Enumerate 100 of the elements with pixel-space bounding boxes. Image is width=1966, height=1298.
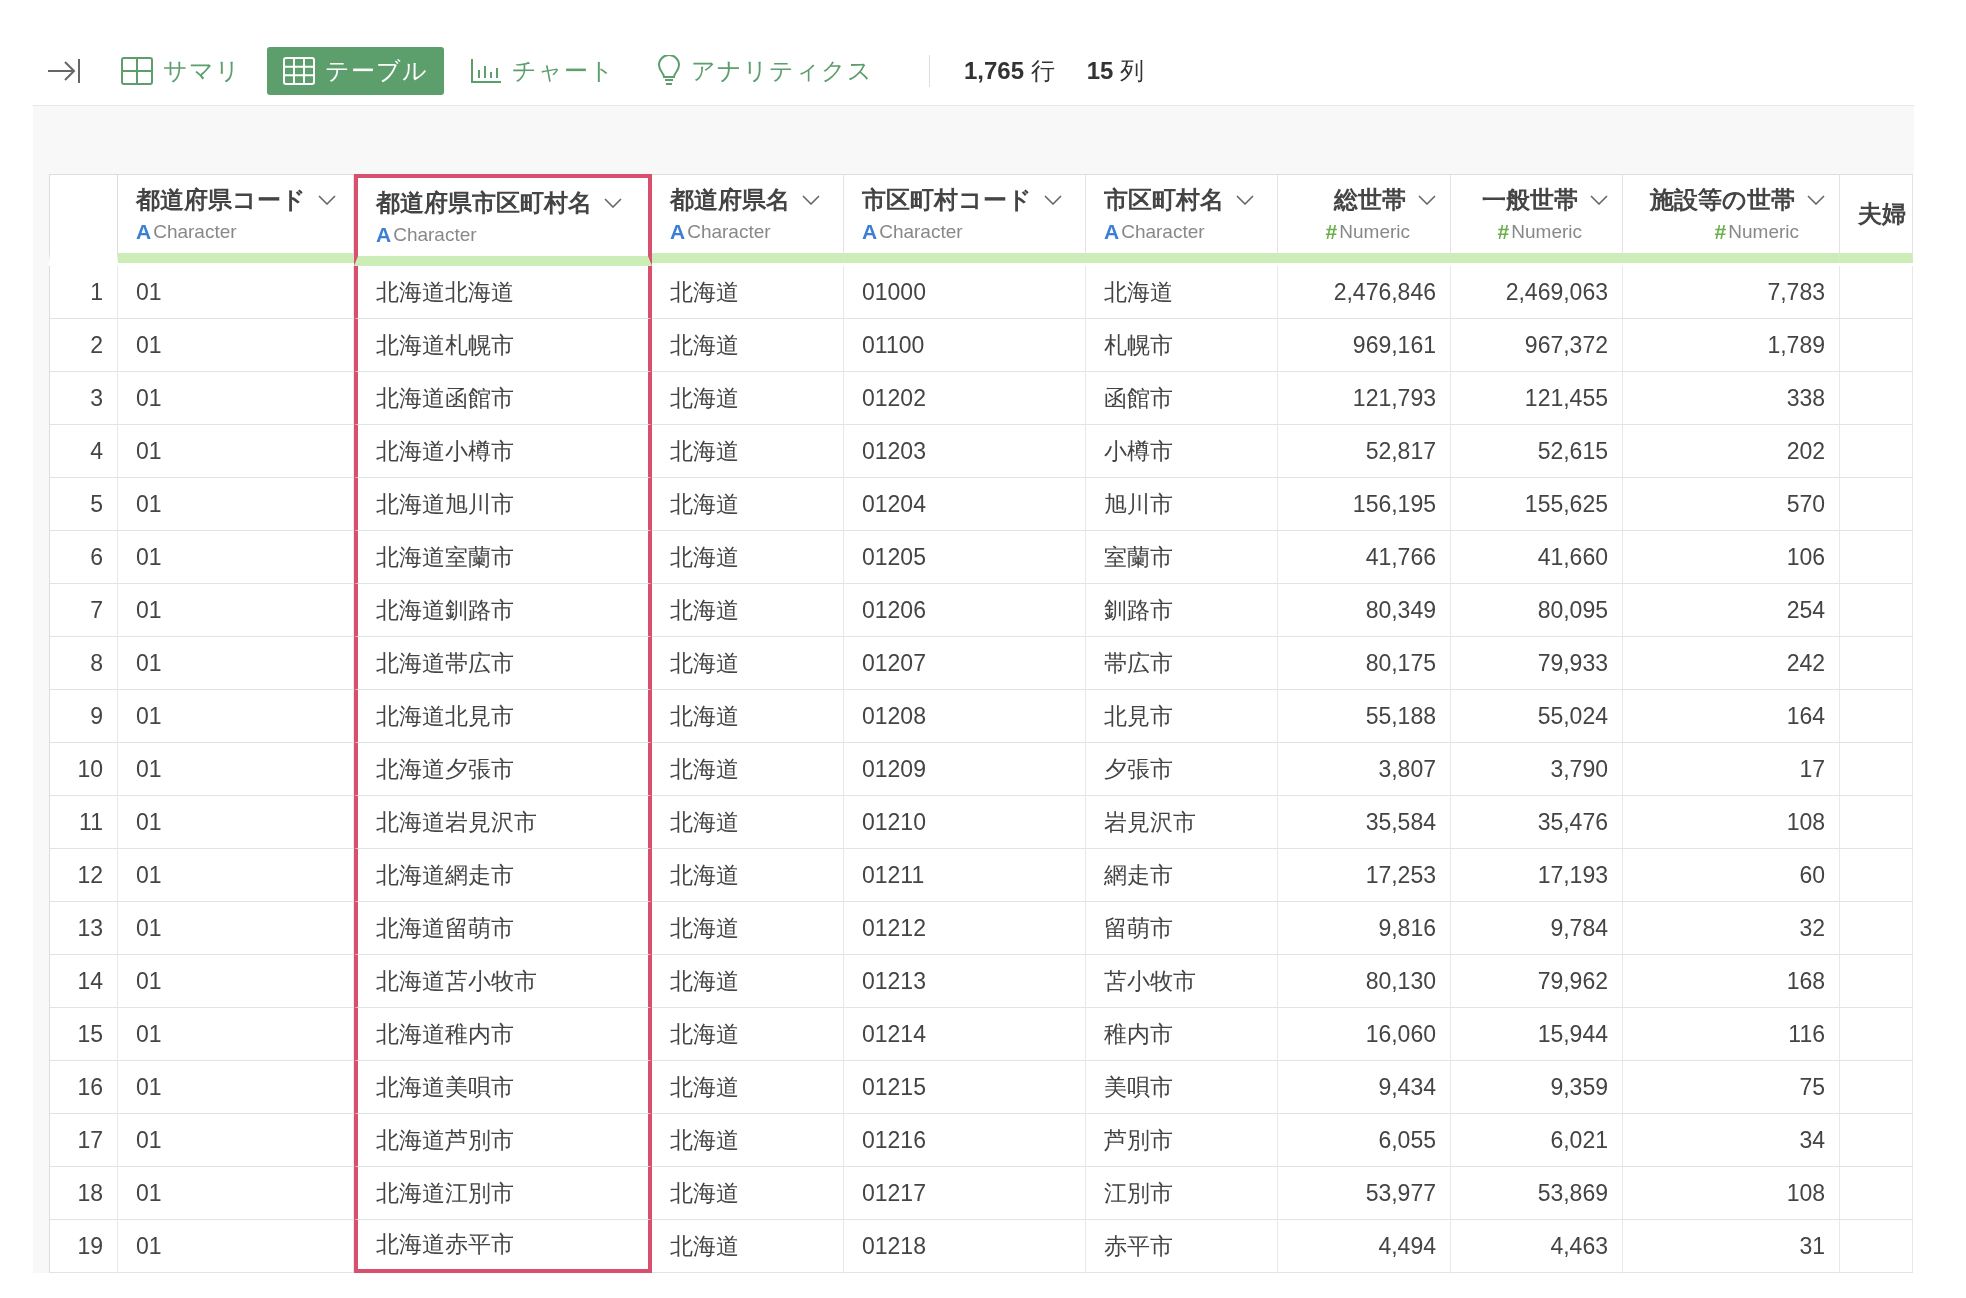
table-cell: 41,766 bbox=[1278, 531, 1451, 584]
row-number: 2 bbox=[49, 319, 118, 372]
table-cell: 3,790 bbox=[1451, 743, 1623, 796]
column-header[interactable]: 市区町村名 ACharacter bbox=[1086, 174, 1278, 263]
collapse-panel-icon[interactable] bbox=[47, 56, 81, 85]
table-cell: 01 bbox=[118, 372, 354, 425]
bar-chart-icon bbox=[470, 57, 502, 84]
table-cell: 北海道 bbox=[652, 266, 844, 319]
table-cell: 01205 bbox=[844, 531, 1086, 584]
type-mark: A bbox=[670, 220, 686, 244]
column-header[interactable]: 一般世帯 #Numeric bbox=[1451, 174, 1623, 263]
row-number: 11 bbox=[49, 796, 118, 849]
type-mark: A bbox=[862, 220, 878, 244]
chevron-down-icon[interactable] bbox=[802, 195, 820, 205]
table-cell: 北海道旭川市 bbox=[354, 478, 652, 531]
type-mark: # bbox=[1497, 220, 1510, 244]
chevron-down-icon[interactable] bbox=[1236, 195, 1254, 205]
table-cell: 01 bbox=[118, 1008, 354, 1061]
row-number: 13 bbox=[49, 902, 118, 955]
table-cell: 2,476,846 bbox=[1278, 266, 1451, 319]
column-header[interactable]: 都道府県コード ACharacter bbox=[118, 174, 354, 263]
chevron-down-icon[interactable] bbox=[1418, 195, 1436, 205]
table-cell: 北海道 bbox=[652, 584, 844, 637]
column-header[interactable]: 夫婦 bbox=[1840, 174, 1913, 263]
column-header[interactable]: 都道府県名 ACharacter bbox=[652, 174, 844, 263]
table-cell: 北海道 bbox=[652, 1114, 844, 1167]
table-cell: 01 bbox=[118, 637, 354, 690]
chevron-down-icon[interactable] bbox=[1807, 195, 1825, 205]
chevron-down-icon[interactable] bbox=[1044, 195, 1062, 205]
table-cell: 80,175 bbox=[1278, 637, 1451, 690]
table-cell: 01 bbox=[118, 584, 354, 637]
table-cell: 4,494 bbox=[1278, 1220, 1451, 1273]
type-mark: A bbox=[136, 220, 152, 244]
row-number: 12 bbox=[49, 849, 118, 902]
row-number: 10 bbox=[49, 743, 118, 796]
table-cell: 9,784 bbox=[1451, 902, 1623, 955]
table-cell: 32 bbox=[1623, 902, 1840, 955]
table-cell: 北海道 bbox=[652, 637, 844, 690]
table-cell: 北海道留萌市 bbox=[354, 902, 652, 955]
table-cell: 苫小牧市 bbox=[1086, 955, 1278, 1008]
row-number: 16 bbox=[49, 1061, 118, 1114]
column-type: Numeric bbox=[1511, 221, 1582, 243]
table-cell: 岩見沢市 bbox=[1086, 796, 1278, 849]
table-cell: 53,869 bbox=[1451, 1167, 1623, 1220]
table-cell: 帯広市 bbox=[1086, 637, 1278, 690]
table-cell: 芦別市 bbox=[1086, 1114, 1278, 1167]
table-cell: 01207 bbox=[844, 637, 1086, 690]
table-cell: 北海道夕張市 bbox=[354, 743, 652, 796]
table-cell: 4,463 bbox=[1451, 1220, 1623, 1273]
table-cell: 北海道室蘭市 bbox=[354, 531, 652, 584]
table-cell: 80,095 bbox=[1451, 584, 1623, 637]
row-count: 1,765 行 bbox=[964, 55, 1055, 86]
column-name: 都道府県名 bbox=[670, 185, 790, 215]
column-header[interactable]: 都道府県市区町村名 ACharacter bbox=[354, 174, 652, 266]
table-cell: 01212 bbox=[844, 902, 1086, 955]
table-cell: 01 bbox=[118, 1220, 354, 1273]
table-cell: 01210 bbox=[844, 796, 1086, 849]
table-cell: 北海道稚内市 bbox=[354, 1008, 652, 1061]
row-number: 19 bbox=[49, 1220, 118, 1273]
table-cell: 北海道 bbox=[652, 1220, 844, 1273]
table-cell: 01213 bbox=[844, 955, 1086, 1008]
column-header[interactable]: 施設等の世帯 #Numeric bbox=[1623, 174, 1840, 263]
table-cell: 53,977 bbox=[1278, 1167, 1451, 1220]
chevron-down-icon[interactable] bbox=[318, 195, 336, 205]
table-cell: 967,372 bbox=[1451, 319, 1623, 372]
table-cell: 北海道北見市 bbox=[354, 690, 652, 743]
lightbulb-icon bbox=[657, 54, 681, 87]
table-cell: 9,434 bbox=[1278, 1061, 1451, 1114]
table-cell: 赤平市 bbox=[1086, 1220, 1278, 1273]
column-header[interactable]: 総世帯 #Numeric bbox=[1278, 174, 1451, 263]
table-cell: 北海道 bbox=[652, 1008, 844, 1061]
table-cell: 01 bbox=[118, 1167, 354, 1220]
table-cell: 01214 bbox=[844, 1008, 1086, 1061]
table-cell: 北海道北海道 bbox=[354, 266, 652, 319]
table-cell: 01 bbox=[118, 690, 354, 743]
table-cell: 156,195 bbox=[1278, 478, 1451, 531]
table-cell: 北海道 bbox=[652, 743, 844, 796]
table-cell: 202 bbox=[1623, 425, 1840, 478]
table-cell: 北海道 bbox=[652, 425, 844, 478]
table-cell: 108 bbox=[1623, 1167, 1840, 1220]
table-cell: 7,783 bbox=[1623, 266, 1840, 319]
table-cell: 室蘭市 bbox=[1086, 531, 1278, 584]
column-type: Character bbox=[1121, 221, 1205, 243]
column-count: 15 列 bbox=[1086, 55, 1145, 86]
table-cell: 01216 bbox=[844, 1114, 1086, 1167]
column-name: 総世帯 bbox=[1334, 185, 1406, 215]
column-type: Numeric bbox=[1728, 221, 1799, 243]
table-cell: 北見市 bbox=[1086, 690, 1278, 743]
chevron-down-icon[interactable] bbox=[1590, 195, 1608, 205]
column-name: 市区町村コード bbox=[862, 185, 1032, 215]
table-cell: 01218 bbox=[844, 1220, 1086, 1273]
type-mark: # bbox=[1325, 220, 1338, 244]
column-header[interactable]: 市区町村コード ACharacter bbox=[844, 174, 1086, 263]
row-number: 9 bbox=[49, 690, 118, 743]
column-type: Character bbox=[153, 221, 237, 243]
chevron-down-icon[interactable] bbox=[604, 198, 622, 208]
table-cell: 01208 bbox=[844, 690, 1086, 743]
table-cell: 242 bbox=[1623, 637, 1840, 690]
column-name: 施設等の世帯 bbox=[1650, 185, 1795, 215]
table-cell: 01100 bbox=[844, 319, 1086, 372]
